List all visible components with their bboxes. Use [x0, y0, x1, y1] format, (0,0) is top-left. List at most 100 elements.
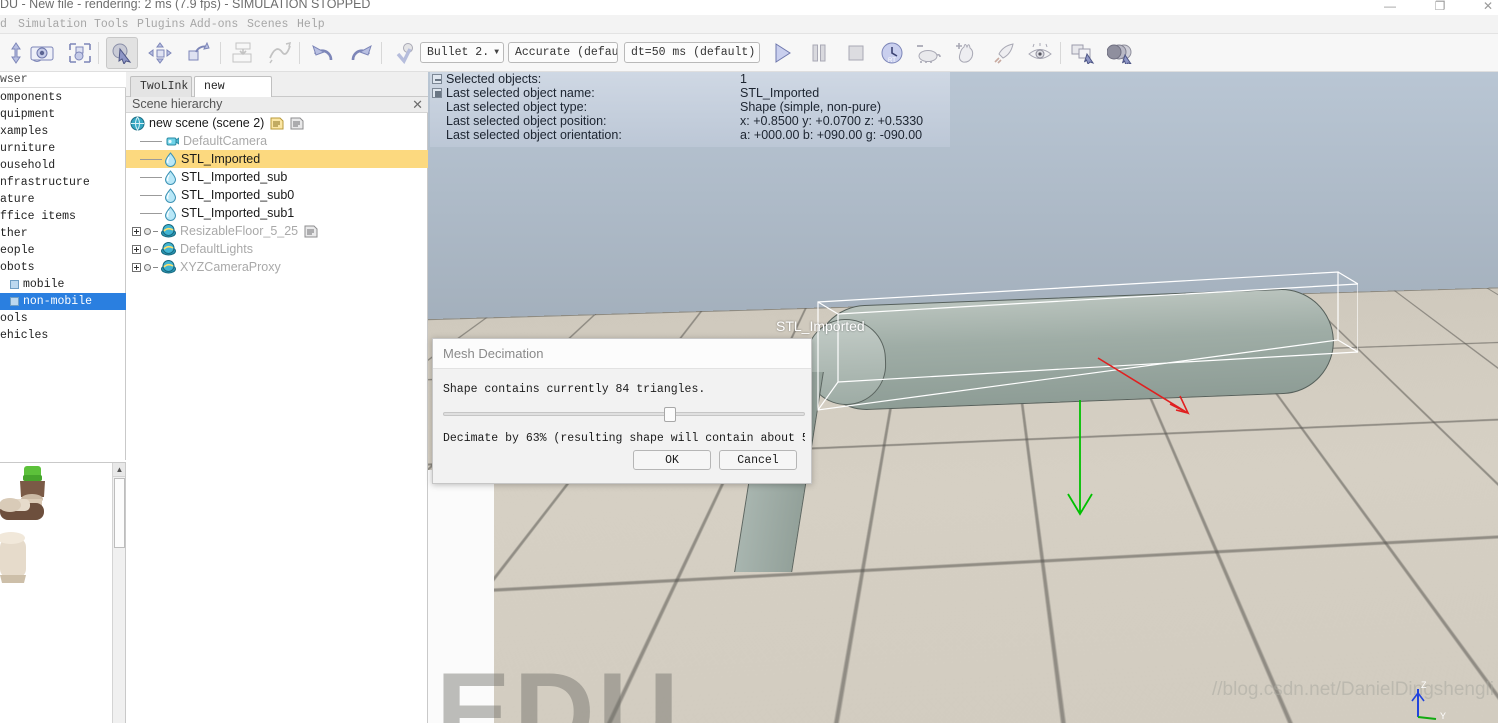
hierarchy-row[interactable]: DefaultCamera — [126, 132, 428, 150]
menu-item-tools[interactable]: Tools — [94, 17, 129, 32]
slider-knob[interactable] — [663, 407, 676, 422]
chevron-down-icon[interactable]: ▼ — [489, 48, 499, 57]
browser-item-ffice-items[interactable]: ffice items — [0, 208, 126, 225]
simulation-timestep-select[interactable]: dt=50 ms (default)▼ — [624, 42, 760, 63]
physics-accuracy-select[interactable]: Accurate (defaul▼ — [508, 42, 618, 63]
info-value: x: +0.8500 y: +0.0700 z: +0.5330 — [740, 114, 924, 128]
hierarchy-row[interactable]: XYZCameraProxy — [126, 258, 428, 276]
dialog-info-text: Shape contains currently 84 triangles. — [443, 383, 706, 396]
redo-icon[interactable] — [345, 37, 377, 69]
menu-item-plugins[interactable]: Plugins — [137, 17, 185, 32]
hierarchy-row[interactable]: STL_Imported — [126, 150, 428, 168]
object-rotate-icon[interactable] — [182, 37, 214, 69]
visualization-eye-icon[interactable] — [1024, 37, 1056, 69]
browser-item-obots[interactable]: obots — [0, 259, 126, 276]
browser-item-urniture[interactable]: urniture — [0, 140, 126, 157]
menu-item-add-ons[interactable]: Add-ons — [190, 17, 238, 32]
pause-icon[interactable] — [803, 37, 835, 69]
info-value: STL_Imported — [740, 86, 820, 100]
page-icon[interactable] — [290, 117, 304, 130]
menu-item-d[interactable]: d — [0, 17, 7, 32]
model-thumbnail-manipulator[interactable] — [0, 463, 113, 603]
threaded-rendering-rocket-icon[interactable] — [988, 37, 1020, 69]
menu-item-scenes[interactable]: Scenes — [247, 17, 288, 32]
cancel-button[interactable]: Cancel — [719, 450, 797, 470]
close-button[interactable]: ✕ — [1468, 0, 1498, 14]
info-row: Last selected object orientation: a: +000… — [430, 128, 950, 142]
scene-tab-twolink[interactable]: TwoLInk — [130, 76, 192, 97]
menu-item-help[interactable]: Help — [297, 17, 325, 32]
dialog-title: Mesh Decimation — [433, 339, 811, 369]
hierarchy-row[interactable]: new scene (scene 2) — [126, 114, 428, 132]
browser-item-ther[interactable]: ther — [0, 225, 126, 242]
undo-icon[interactable] — [307, 37, 339, 69]
model-browser-list[interactable]: omponents quipment xamples urniture ousehold… — [0, 89, 126, 344]
scene-tab-new-scene[interactable]: new scene — [194, 76, 272, 113]
axis-z-label: Z — [1421, 680, 1427, 690]
expand-plus-icon[interactable] — [132, 226, 141, 236]
dynamics-toggle-icon[interactable] — [390, 37, 422, 69]
browser-item-ature[interactable]: ature — [0, 191, 126, 208]
speed-up-rabbit-icon[interactable] — [950, 37, 982, 69]
browser-item-mobile[interactable]: mobile — [0, 276, 126, 293]
ok-button[interactable]: OK — [633, 450, 711, 470]
camera-icon[interactable] — [26, 37, 58, 69]
mouse-pointer-icon[interactable] — [106, 37, 138, 69]
close-icon[interactable]: ✕ — [412, 97, 423, 112]
stop-icon[interactable] — [840, 37, 872, 69]
scroll-up-arrow-icon[interactable]: ▲ — [113, 463, 125, 477]
script-icon[interactable] — [270, 116, 284, 130]
slider-track[interactable] — [443, 412, 805, 416]
model-bullet-icon — [144, 263, 151, 271]
slow-down-turtle-icon[interactable] — [912, 37, 944, 69]
object-select-icon[interactable] — [64, 37, 96, 69]
object-manipulation-gizmo[interactable] — [1058, 352, 1218, 592]
hierarchy-row-label: ResizableFloor_5_25 — [180, 224, 299, 238]
browser-item-ools[interactable]: ools — [0, 310, 126, 327]
browser-item-ousehold[interactable]: ousehold — [0, 157, 126, 174]
camera-icon — [164, 135, 179, 148]
info-key: Last selected object orientation: — [446, 128, 622, 142]
object-translate-icon[interactable] — [144, 37, 176, 69]
view-spheres-icon[interactable] — [1105, 37, 1137, 69]
browser-item-eople[interactable]: eople — [0, 242, 126, 259]
decimation-slider[interactable] — [443, 407, 805, 422]
hierarchy-row[interactable]: STL_Imported_sub1 — [126, 204, 428, 222]
hierarchy-row-label: new scene (scene 2) — [149, 116, 265, 130]
physics-engine-select[interactable]: Bullet 2. ▼ — [420, 42, 504, 63]
minimize-button[interactable]: — — [1370, 0, 1410, 14]
toolbar-separator — [1060, 42, 1061, 64]
browser-item-label: ther — [0, 227, 28, 240]
model-preview-scrollbar[interactable]: ▲ — [112, 463, 125, 723]
hierarchy-row[interactable]: DefaultLights — [126, 240, 428, 258]
menu-item-simulation[interactable]: Simulation — [18, 17, 87, 32]
browser-item-non-mobile[interactable]: non-mobile — [0, 293, 126, 310]
model-preview-panel[interactable]: manipulator.ttm ▲ — [0, 462, 126, 723]
info-checkbox[interactable] — [432, 88, 442, 98]
browser-item-omponents[interactable]: omponents — [0, 89, 126, 106]
mesh-decimation-dialog[interactable]: Mesh Decimation Shape contains currently… — [432, 338, 812, 484]
scene-hierarchy-panel: Scene hierarchy ✕ new scene (scene 2) Def… — [126, 97, 428, 723]
hierarchy-row[interactable]: STL_Imported_sub0 — [126, 186, 428, 204]
maximize-restore-button[interactable]: ❐ — [1420, 0, 1460, 14]
scene-hierarchy-tree[interactable]: new scene (scene 2) DefaultCamera STL_Impo… — [126, 114, 428, 276]
chevron-down-icon[interactable]: ▼ — [755, 48, 759, 57]
assemble-icon[interactable] — [228, 37, 260, 69]
expand-plus-icon[interactable] — [132, 244, 141, 254]
browser-item-ehicles[interactable]: ehicles — [0, 327, 126, 344]
browser-item-quipment[interactable]: quipment — [0, 106, 126, 123]
play-icon[interactable] — [766, 37, 798, 69]
hierarchy-row-label: DefaultLights — [180, 242, 253, 256]
realtime-clock-icon[interactable]: RT — [876, 37, 908, 69]
scrollbar-thumb[interactable] — [114, 478, 125, 548]
hierarchy-row[interactable]: STL_Imported_sub — [126, 168, 428, 186]
browser-item-xamples[interactable]: xamples — [0, 123, 126, 140]
expand-plus-icon[interactable] — [132, 262, 141, 272]
shape-drop-icon — [164, 187, 177, 203]
hierarchy-row[interactable]: ResizableFloor_5_25 — [126, 222, 428, 240]
path-edit-icon[interactable] — [264, 37, 296, 69]
page-layers-icon[interactable] — [1068, 37, 1100, 69]
page-icon[interactable] — [304, 225, 318, 238]
info-checkbox[interactable] — [432, 74, 442, 84]
browser-item-nfrastructure[interactable]: nfrastructure — [0, 174, 126, 191]
